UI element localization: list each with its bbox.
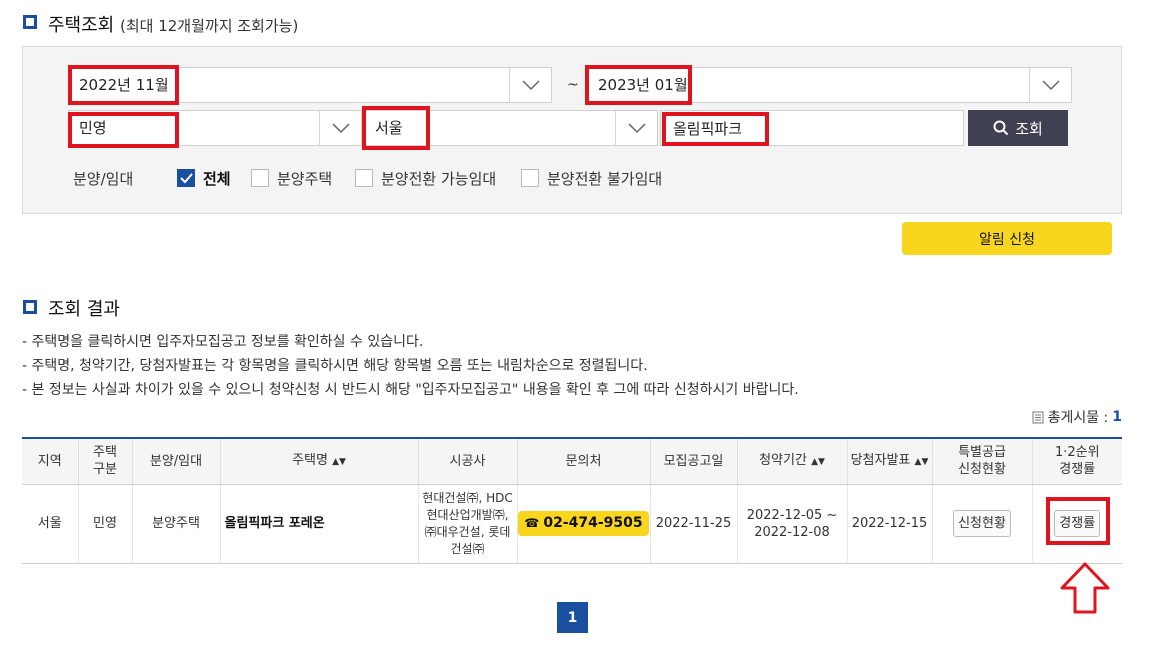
cell-builder: 현대건설㈜, HDC 현대산업개발㈜, ㈜대우건설, 롯데 건설㈜ [417, 484, 517, 564]
search-section-title: 주택조회 (최대 12개월까지 조회가능) [48, 11, 298, 37]
section-square-icon [23, 300, 37, 314]
sort-icon: ▲▼ [914, 456, 929, 467]
note-line: - 주택명을 클릭하시면 입주자모집공고 정보를 확인하실 수 있습니다. [22, 334, 424, 350]
alarm-request-button[interactable]: 알림 신청 [902, 222, 1112, 255]
sort-icon: ▲▼ [332, 456, 346, 467]
result-notes: - 주택명을 클릭하시면 입주자모집공고 정보를 확인하실 수 있습니다. - … [22, 330, 799, 402]
col-sale-rent: 분양/임대 [131, 437, 220, 485]
note-line: - 주택명, 청약기간, 당첨자발표는 각 항목명을 클릭하시면 해당 항목별 … [22, 358, 648, 374]
chevron-down-icon [1029, 68, 1071, 102]
search-button-label: 조회 [1015, 120, 1043, 138]
result-section-title: 조회 결과 [48, 299, 120, 320]
region-value: 서울 [375, 119, 403, 137]
start-month-value: 2022년 11월 [79, 76, 169, 94]
sale-rent-label: 분양/임대 [73, 170, 134, 188]
house-type-select[interactable]: 민영 [68, 110, 362, 146]
cell-special: 신청현황 [931, 484, 1032, 564]
search-subtitle: (최대 12개월까지 조회가능) [119, 17, 299, 35]
start-month-select[interactable]: 2022년 11월 [68, 67, 552, 103]
cell-notice-date: 2022-11-25 [649, 484, 737, 564]
phone-badge[interactable]: ☎ 02-474-9505 [518, 511, 649, 536]
col-house-name[interactable]: 주택명 ▲▼ [219, 437, 418, 485]
up-arrow-icon [1060, 562, 1110, 614]
col-builder: 시공사 [417, 437, 517, 485]
filter-nonconvertible-label: 분양전환 불가임대 [547, 169, 663, 188]
house-name-input-wrap [660, 110, 964, 146]
filter-convertible-label: 분양전환 가능임대 [381, 169, 497, 188]
filter-nonconvertible-checkbox[interactable]: 분양전환 불가임대 [521, 168, 662, 188]
col-period[interactable]: 청약기간 ▲▼ [736, 437, 847, 485]
filter-sale-checkbox[interactable]: 분양주택 [251, 168, 332, 188]
chevron-down-icon [615, 111, 657, 145]
note-line: - 본 정보는 사실과 차이가 있을 수 있으니 청약신청 시 반드시 해당 "… [22, 382, 799, 398]
checkbox-checked-icon [177, 169, 195, 187]
filter-all-checkbox[interactable]: 전체 [177, 168, 231, 188]
cell-house-kind: 민영 [77, 484, 132, 564]
checkbox-icon [251, 169, 269, 187]
competition-rate-button[interactable]: 경쟁률 [1054, 510, 1101, 537]
region-select[interactable]: 서울 [364, 110, 658, 146]
phone-number: 02-474-9505 [543, 515, 643, 531]
house-name-input[interactable] [661, 111, 963, 145]
col-special: 특별공급 신청현황 [931, 437, 1032, 485]
end-month-value: 2023년 01월 [598, 76, 688, 94]
col-winner[interactable]: 당첨자발표 ▲▼ [846, 437, 932, 485]
pagination-page-button[interactable]: 1 [557, 602, 588, 633]
table-header-row: 지역 주택 구분 분양/임대 주택명 ▲▼ 시공사 문의처 모집공고일 청약기간 … [22, 437, 1122, 485]
col-region: 지역 [22, 437, 78, 485]
search-title-text: 주택조회 [48, 15, 115, 36]
special-status-button[interactable]: 신청현황 [953, 510, 1011, 537]
filter-sale-label: 분양주택 [277, 169, 333, 188]
range-separator: ~ [567, 77, 579, 93]
col-house-kind: 주택 구분 [77, 437, 132, 485]
total-number: 1 [1112, 409, 1122, 425]
cell-region: 서울 [22, 484, 78, 564]
chevron-down-icon [509, 68, 551, 102]
filter-all-label: 전체 [203, 169, 231, 188]
cell-contact: ☎ 02-474-9505 [516, 484, 650, 564]
filter-convertible-checkbox[interactable]: 분양전환 가능임대 [355, 168, 496, 188]
end-month-select[interactable]: 2023년 01월 [587, 67, 1072, 103]
chevron-down-icon [319, 111, 361, 145]
checkbox-icon [521, 169, 539, 187]
total-count: 총게시물 : 1 [1032, 407, 1122, 427]
col-notice-date: 모집공고일 [649, 437, 737, 485]
section-square-icon [23, 15, 37, 29]
result-table: 지역 주택 구분 분양/임대 주택명 ▲▼ 시공사 문의처 모집공고일 청약기간 … [22, 437, 1122, 564]
house-type-value: 민영 [79, 119, 107, 137]
total-label: 총게시물 : [1047, 410, 1109, 426]
search-button[interactable]: 조회 [968, 110, 1068, 146]
cell-winner-date: 2022-12-15 [846, 484, 932, 564]
cell-sale-rent: 분양주택 [131, 484, 220, 564]
phone-icon: ☎ [524, 516, 540, 530]
house-name-link[interactable]: 올림픽파크 포레온 [219, 484, 418, 564]
search-icon [993, 120, 1009, 136]
sort-icon: ▲▼ [811, 456, 825, 467]
col-rank: 1·2순위 경쟁률 [1031, 437, 1122, 485]
checkbox-icon [355, 169, 373, 187]
cell-period: 2022-12-05 ~ 2022-12-08 [736, 484, 847, 564]
col-contact: 문의처 [516, 437, 650, 485]
table-row: 서울 민영 분양주택 올림픽파크 포레온 현대건설㈜, HDC 현대산업개발㈜,… [22, 484, 1122, 564]
document-icon [1032, 411, 1044, 423]
cell-rank: 경쟁률 [1031, 484, 1122, 564]
